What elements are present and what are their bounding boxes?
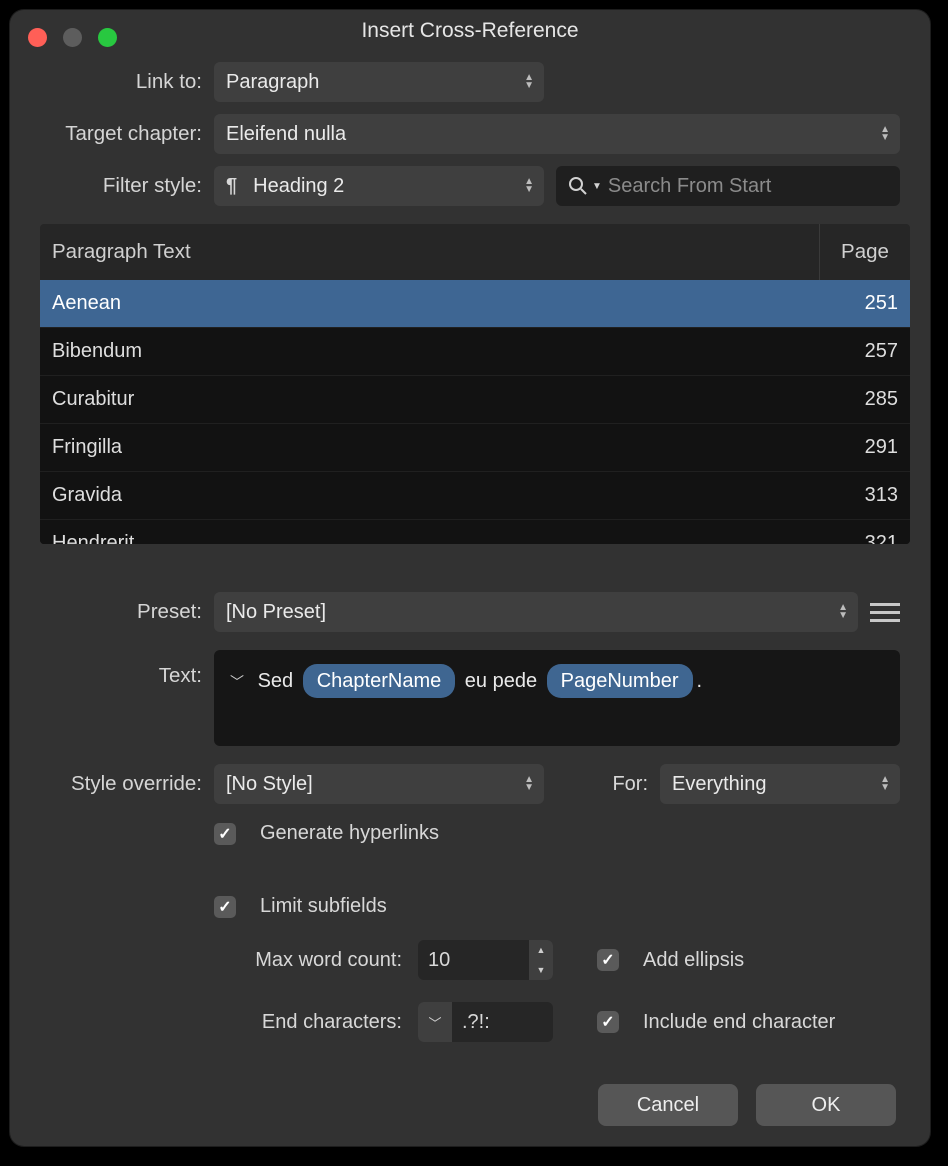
text-literal: eu pede xyxy=(459,670,542,692)
select-arrows-icon: ▲▼ xyxy=(880,126,890,142)
end-characters-select[interactable]: ﹀ .?!: xyxy=(418,1002,553,1042)
table-row[interactable]: Hendrerit321 xyxy=(40,520,910,544)
row-name: Bibendum xyxy=(52,340,828,363)
table-header: Paragraph Text Page xyxy=(40,224,910,280)
window-controls xyxy=(28,28,117,47)
row-name: Fringilla xyxy=(52,436,828,459)
paragraph-table: Paragraph Text Page Aenean251Bibendum257… xyxy=(40,224,910,544)
search-field[interactable]: ▼ xyxy=(556,166,900,206)
select-arrows-icon: ▲▼ xyxy=(880,776,890,792)
target-chapter-label: Target chapter: xyxy=(28,122,202,146)
end-characters-label: End characters: xyxy=(214,1011,406,1034)
table-row[interactable]: Fringilla291 xyxy=(40,424,910,472)
column-paragraph-text[interactable]: Paragraph Text xyxy=(40,224,820,280)
include-end-char-label: Include end character xyxy=(643,1011,835,1034)
filter-style-label: Filter style: xyxy=(28,174,202,198)
row-page: 313 xyxy=(828,484,898,507)
preset-select[interactable]: [No Preset] ▲▼ xyxy=(214,592,858,632)
text-literal: . xyxy=(697,670,703,692)
dialog-content: Link to: Paragraph ▲▼ Target chapter: El… xyxy=(10,52,930,1146)
chevron-down-icon: ﹀ xyxy=(418,1002,452,1042)
include-end-char-checkbox[interactable] xyxy=(597,1011,619,1033)
select-arrows-icon: ▲▼ xyxy=(524,74,534,90)
target-chapter-value: Eleifend nulla xyxy=(226,123,346,146)
generate-hyperlinks-label: Generate hyperlinks xyxy=(260,822,439,845)
style-override-value: [No Style] xyxy=(226,773,313,796)
max-word-count-label: Max word count: xyxy=(214,949,406,972)
select-arrows-icon: ▲▼ xyxy=(524,776,534,792)
window-title: Insert Cross-Reference xyxy=(10,19,930,43)
row-name: Curabitur xyxy=(52,388,828,411)
max-word-count-value: 10 xyxy=(418,940,529,980)
stepper-icon[interactable]: ▲▼ xyxy=(529,940,553,980)
minimize-icon xyxy=(63,28,82,47)
limit-subfields-checkbox[interactable] xyxy=(214,896,236,918)
row-page: 285 xyxy=(828,388,898,411)
table-body: Aenean251Bibendum257Curabitur285Fringill… xyxy=(40,280,910,544)
row-name: Hendrerit xyxy=(52,532,828,544)
end-characters-value: .?!: xyxy=(452,1011,500,1034)
text-builder[interactable]: ﹀ Sed ChapterName eu pede PageNumber. xyxy=(214,650,900,746)
table-row[interactable]: Gravida313 xyxy=(40,472,910,520)
table-row[interactable]: Curabitur285 xyxy=(40,376,910,424)
filter-style-select[interactable]: ¶ Heading 2 ▲▼ xyxy=(214,166,544,206)
table-row[interactable]: Aenean251 xyxy=(40,280,910,328)
search-icon xyxy=(568,176,588,196)
add-ellipsis-label: Add ellipsis xyxy=(643,949,744,972)
column-page[interactable]: Page xyxy=(820,224,910,280)
row-name: Gravida xyxy=(52,484,828,507)
generate-hyperlinks-checkbox[interactable] xyxy=(214,823,236,845)
limit-subfields-label: Limit subfields xyxy=(260,895,387,918)
ok-button[interactable]: OK xyxy=(756,1084,896,1126)
filter-style-value: Heading 2 xyxy=(253,175,344,198)
row-page: 321 xyxy=(828,532,898,544)
link-to-select[interactable]: Paragraph ▲▼ xyxy=(214,62,544,102)
select-arrows-icon: ▲▼ xyxy=(838,604,848,620)
for-select[interactable]: Everything ▲▼ xyxy=(660,764,900,804)
style-override-label: Style override: xyxy=(28,772,202,796)
target-chapter-select[interactable]: Eleifend nulla ▲▼ xyxy=(214,114,900,154)
close-icon[interactable] xyxy=(28,28,47,47)
text-label: Text: xyxy=(28,650,202,688)
zoom-icon[interactable] xyxy=(98,28,117,47)
row-page: 251 xyxy=(828,292,898,315)
add-ellipsis-checkbox[interactable] xyxy=(597,949,619,971)
select-arrows-icon: ▲▼ xyxy=(524,178,534,194)
row-page: 257 xyxy=(828,340,898,363)
titlebar: Insert Cross-Reference xyxy=(10,10,930,52)
for-label: For: xyxy=(612,773,648,796)
search-input[interactable] xyxy=(608,175,888,198)
disclosure-icon[interactable]: ﹀ xyxy=(230,672,244,693)
cancel-button[interactable]: Cancel xyxy=(598,1084,738,1126)
max-word-count-input[interactable]: 10 ▲▼ xyxy=(418,940,553,980)
style-override-select[interactable]: [No Style] ▲▼ xyxy=(214,764,544,804)
preset-value: [No Preset] xyxy=(226,601,326,624)
text-token[interactable]: ChapterName xyxy=(303,664,456,698)
dialog-window: Insert Cross-Reference Link to: Paragrap… xyxy=(10,10,930,1146)
preset-menu-icon[interactable] xyxy=(870,597,900,627)
pilcrow-icon: ¶ xyxy=(226,175,237,198)
preset-label: Preset: xyxy=(28,600,202,624)
link-to-label: Link to: xyxy=(28,70,202,94)
search-options-icon[interactable]: ▼ xyxy=(592,181,602,192)
text-token[interactable]: PageNumber xyxy=(547,664,693,698)
text-literal: Sed xyxy=(258,670,299,692)
link-to-value: Paragraph xyxy=(226,71,319,94)
table-row[interactable]: Bibendum257 xyxy=(40,328,910,376)
row-page: 291 xyxy=(828,436,898,459)
row-name: Aenean xyxy=(52,292,828,315)
for-value: Everything xyxy=(672,773,767,796)
